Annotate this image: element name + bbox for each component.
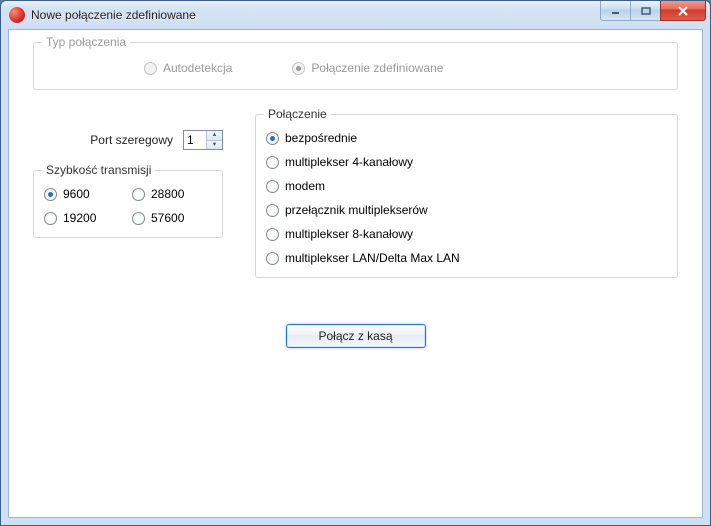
radio-icon bbox=[292, 62, 305, 75]
radio-icon bbox=[132, 212, 145, 225]
connect-button[interactable]: Połącz z kasą bbox=[286, 324, 426, 348]
serial-port-input[interactable] bbox=[184, 131, 206, 149]
radio-icon bbox=[266, 132, 279, 145]
radio-connection-label: przełącznik multiplekserów bbox=[285, 203, 428, 217]
radio-icon bbox=[266, 180, 279, 193]
radio-speed-label: 57600 bbox=[151, 211, 184, 225]
radio-speed-label: 28800 bbox=[151, 187, 184, 201]
serial-port-label: Port szeregowy bbox=[90, 133, 173, 147]
window: Nowe połączenie zdefiniowane Typ połącze… bbox=[0, 0, 711, 526]
radio-icon bbox=[266, 252, 279, 265]
radio-icon bbox=[266, 204, 279, 217]
radio-speed-label: 9600 bbox=[63, 187, 90, 201]
radio-icon bbox=[44, 212, 57, 225]
connection-type-legend: Typ połączenia bbox=[42, 35, 130, 49]
radio-speed-57600[interactable]: 57600 bbox=[132, 211, 212, 225]
radio-connection-label: bezpośrednie bbox=[285, 131, 357, 145]
transmission-speed-legend: Szybkość transmisji bbox=[42, 163, 155, 177]
radio-icon bbox=[266, 228, 279, 241]
spinner-up-icon[interactable]: ▲ bbox=[207, 131, 222, 141]
radio-icon bbox=[44, 188, 57, 201]
radio-defined: Połączenie zdefiniowane bbox=[292, 61, 443, 75]
radio-speed-19200[interactable]: 19200 bbox=[44, 211, 124, 225]
radio-connection-label: multiplekser LAN/Delta Max LAN bbox=[285, 251, 460, 265]
radio-icon bbox=[266, 156, 279, 169]
radio-connection[interactable]: modem bbox=[266, 179, 667, 193]
radio-speed-label: 19200 bbox=[63, 211, 96, 225]
radio-connection[interactable]: multiplekser 4-kanałowy bbox=[266, 155, 667, 169]
radio-connection[interactable]: bezpośrednie bbox=[266, 131, 667, 145]
minimize-button[interactable] bbox=[600, 1, 630, 21]
radio-autodetect: Autodetekcja bbox=[144, 61, 232, 75]
radio-connection-label: multiplekser 4-kanałowy bbox=[285, 155, 413, 169]
connection-legend: Połączenie bbox=[264, 107, 331, 121]
radio-icon bbox=[144, 62, 157, 75]
spinner-down-icon[interactable]: ▼ bbox=[207, 141, 222, 150]
radio-connection[interactable]: multiplekser 8-kanałowy bbox=[266, 227, 667, 241]
close-button[interactable] bbox=[660, 1, 706, 21]
maximize-button[interactable] bbox=[630, 1, 660, 21]
client-area: Typ połączenia Autodetekcja Połączenie z… bbox=[8, 29, 703, 518]
radio-connection-label: modem bbox=[285, 179, 325, 193]
radio-speed-9600[interactable]: 9600 bbox=[44, 187, 124, 201]
radio-connection-label: multiplekser 8-kanałowy bbox=[285, 227, 413, 241]
radio-defined-label: Połączenie zdefiniowane bbox=[311, 61, 443, 75]
radio-connection[interactable]: multiplekser LAN/Delta Max LAN bbox=[266, 251, 667, 265]
connection-group: Połączenie bezpośredniemultiplekser 4-ka… bbox=[255, 114, 678, 278]
connection-type-group: Typ połączenia Autodetekcja Połączenie z… bbox=[33, 42, 678, 90]
radio-speed-28800[interactable]: 28800 bbox=[132, 187, 212, 201]
serial-port-spinner[interactable]: ▲ ▼ bbox=[183, 130, 223, 150]
radio-icon bbox=[132, 188, 145, 201]
titlebar[interactable]: Nowe połączenie zdefiniowane bbox=[1, 1, 710, 29]
radio-autodetect-label: Autodetekcja bbox=[163, 61, 232, 75]
app-icon bbox=[9, 7, 25, 23]
radio-connection[interactable]: przełącznik multiplekserów bbox=[266, 203, 667, 217]
transmission-speed-group: Szybkość transmisji 9600288001920057600 bbox=[33, 170, 223, 238]
